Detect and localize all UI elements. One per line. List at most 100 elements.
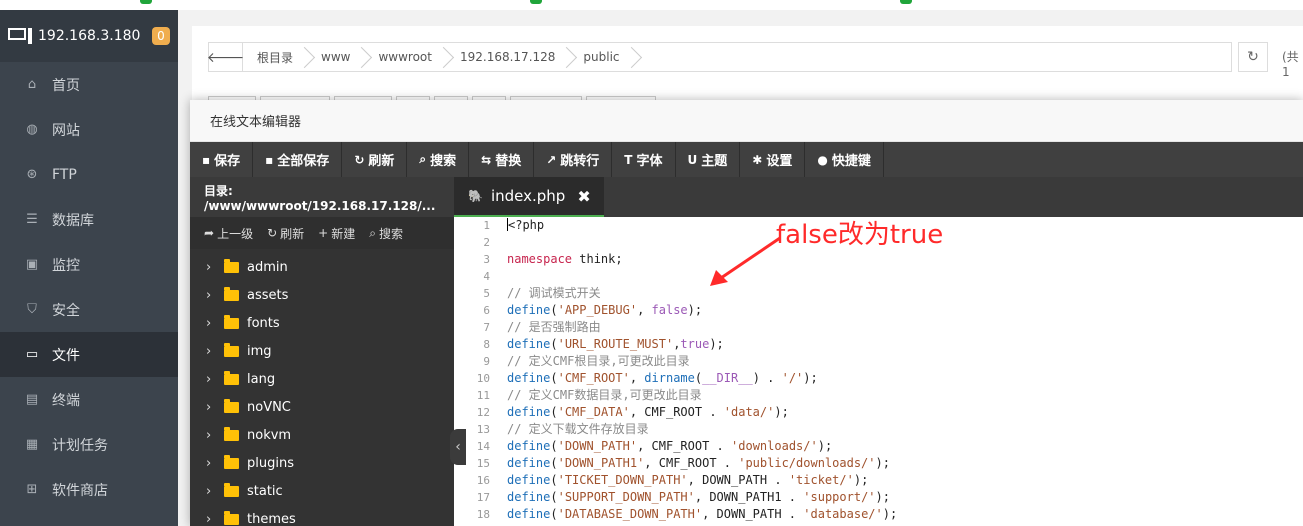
tab-filename: index.php (490, 187, 566, 205)
code-area[interactable]: 1 2 3 4 5 6 7 8 9 10 11 12 13 14 15 16 17 18 <?php namesp… (454, 217, 1303, 526)
folder-item[interactable]: › themes (190, 505, 454, 526)
tree-action-label: 刷新 (280, 226, 305, 241)
tree-actions: ➦ 上一级 ↻ 刷新 + 新建 ⌕ 搜索 (190, 217, 454, 249)
folder-icon: ▭ (25, 347, 39, 362)
sidebar-item-2[interactable]: ◍ 网站 (0, 107, 178, 152)
theme-icon: U (687, 152, 698, 167)
folder-item[interactable]: › nokvm (190, 421, 454, 449)
folder-name: assets (247, 287, 289, 303)
breadcrumb-item[interactable]: wwwroot (364, 43, 446, 71)
toolbar-button-6[interactable]: ↗ 跳转行 (534, 142, 613, 177)
editor-modal: 在线文本编辑器 ▪ 保存 ▪ 全部保存 ↻ 刷新 ⌕ 搜索 ⇆ 替换 ↗ 跳转行 T 字体 U 主题 ✱ 设置 ● 快… (190, 100, 1303, 526)
close-tab-icon[interactable]: ✖ (577, 187, 590, 206)
replace-icon: ⇆ (481, 152, 492, 167)
code-line-18: define('DATABASE_DOWN_PATH', DOWN_PATH .… (507, 507, 898, 521)
sidebar-item-3[interactable]: ⊛ FTP (0, 152, 178, 197)
top-strip (0, 0, 1303, 10)
folder-item[interactable]: › plugins (190, 449, 454, 477)
toolbar-button-label: 保存 (214, 154, 241, 169)
toolbar-button-10[interactable]: ● 快捷键 (805, 142, 884, 177)
toolbar-button-4[interactable]: ⌕ 搜索 (407, 142, 470, 177)
folder-icon (224, 482, 239, 497)
folder-name: plugins (247, 455, 294, 471)
tree-action-4[interactable]: ⌕ 搜索 (369, 225, 403, 242)
toolbar-button-9[interactable]: ✱ 设置 (740, 142, 806, 177)
file-count-text: (共1 (1282, 50, 1299, 79)
folder-name: nokvm (247, 427, 292, 443)
help-icon: ● (817, 152, 828, 167)
editor-toolbar: ▪ 保存 ▪ 全部保存 ↻ 刷新 ⌕ 搜索 ⇆ 替换 ↗ 跳转行 T 字体 U 主题 ✱ 设置 ● 快捷键 (190, 142, 1303, 177)
folder-icon (224, 454, 239, 469)
folder-name: themes (247, 511, 296, 526)
sidebar-item-8[interactable]: ▤ 终端 (0, 377, 178, 422)
tree-action-3[interactable]: + 新建 (318, 225, 355, 242)
refresh-icon[interactable]: ↻ (1238, 42, 1268, 72)
code-lines[interactable]: <?php namespace think; // 调试模式开关 define(… (507, 217, 1297, 523)
toolbar-button-1[interactable]: ▪ 保存 (190, 142, 254, 177)
sidebar-item-label: 计划任务 (52, 437, 108, 454)
sidebar-item-7[interactable]: ▭ 文件 (0, 332, 178, 377)
sidebar-item-9[interactable]: ▦ 计划任务 (0, 422, 178, 467)
toolbar-button-8[interactable]: U 主题 (676, 142, 741, 177)
gear-icon: ✱ (752, 152, 763, 167)
line-number: 9 (483, 355, 490, 368)
line-number: 2 (483, 236, 490, 249)
code-line-7: // 是否强制路由 (507, 320, 601, 334)
sidebar: 192.168.3.180 0 ⌂ 首页 ◍ 网站 ⊛ FTP ☰ 数据库 ▣ 监控 ⛉ 安全 ▭ 文件 ▤… (0, 10, 178, 526)
folder-item[interactable]: › img (190, 337, 454, 365)
annotation-arrow-icon (710, 236, 781, 286)
server-header[interactable]: 192.168.3.180 0 (0, 10, 178, 62)
notification-badge[interactable]: 0 (152, 27, 170, 45)
folder-item[interactable]: › lang (190, 365, 454, 393)
folder-icon (224, 314, 239, 329)
chevron-right-icon: › (206, 315, 212, 331)
folder-item[interactable]: › static (190, 477, 454, 505)
toolbar-button-5[interactable]: ⇆ 替换 (469, 142, 535, 177)
back-arrow-icon[interactable]: 🡐 (207, 43, 244, 71)
breadcrumb-item[interactable]: 192.168.17.128 (446, 43, 569, 71)
toolbar-button-label: 搜索 (430, 154, 457, 169)
folder-item[interactable]: › assets (190, 281, 454, 309)
sidebar-item-10[interactable]: ⊞ 软件商店 (0, 467, 178, 512)
code-line-14: define('DOWN_PATH', CMF_ROOT . 'download… (507, 439, 833, 453)
chevron-right-icon: › (206, 511, 212, 526)
sidebar-item-6[interactable]: ⛉ 安全 (0, 287, 178, 332)
tree-action-2[interactable]: ↻ 刷新 (267, 225, 304, 242)
breadcrumb-item[interactable]: www (307, 43, 364, 71)
folder-item[interactable]: › fonts (190, 309, 454, 337)
code-line-10: define('CMF_ROOT', dirname(__DIR__) . '/… (507, 371, 818, 385)
code-line-15: define('DOWN_PATH1', CMF_ROOT . 'public/… (507, 456, 890, 470)
breadcrumb-item[interactable]: 根目录 (243, 43, 307, 71)
toolbar-button-7[interactable]: T 字体 (612, 142, 676, 177)
breadcrumb-item[interactable]: public (569, 43, 633, 71)
sidebar-item-5[interactable]: ▣ 监控 (0, 242, 178, 287)
tab-index-php[interactable]: 🐘 index.php ✖ (454, 177, 604, 217)
chevron-right-icon: › (206, 455, 212, 471)
font-icon: T (624, 152, 633, 167)
annotation-text: false改为true (776, 220, 944, 250)
tree-path: 目录: /www/wwwroot/192.168.17.128/... (190, 177, 454, 217)
toolbar-button-label: 字体 (636, 154, 663, 169)
tree-action-1[interactable]: ➦ 上一级 (204, 225, 253, 242)
toolbar-button-3[interactable]: ↻ 刷新 (342, 142, 408, 177)
sidebar-item-label: 首页 (52, 77, 80, 94)
sidebar-item-label: 文件 (52, 347, 80, 364)
plus-icon: + (318, 226, 329, 240)
sidebar-item-label: 数据库 (52, 212, 94, 229)
folder-icon (224, 342, 239, 357)
sidebar-item-4[interactable]: ☰ 数据库 (0, 197, 178, 242)
code-line-12: define('CMF_DATA', CMF_ROOT . 'data/'); (507, 405, 789, 419)
folder-icon (224, 426, 239, 441)
file-tree: 目录: /www/wwwroot/192.168.17.128/... ➦ 上一级… (190, 177, 454, 526)
chevron-right-icon: › (206, 371, 212, 387)
collapse-tree-icon[interactable]: ‹ (450, 429, 466, 465)
toolbar-button-label: 刷新 (368, 154, 395, 169)
line-number: 5 (483, 287, 490, 300)
toolbar-button-2[interactable]: ▪ 全部保存 (253, 142, 343, 177)
sidebar-item-label: 网站 (52, 122, 80, 139)
toolbar-button-label: 设置 (766, 154, 793, 169)
sidebar-item-1[interactable]: ⌂ 首页 (0, 62, 178, 107)
folder-item[interactable]: › admin (190, 253, 454, 281)
server-ip: 192.168.3.180 (38, 28, 141, 44)
folder-item[interactable]: › noVNC (190, 393, 454, 421)
